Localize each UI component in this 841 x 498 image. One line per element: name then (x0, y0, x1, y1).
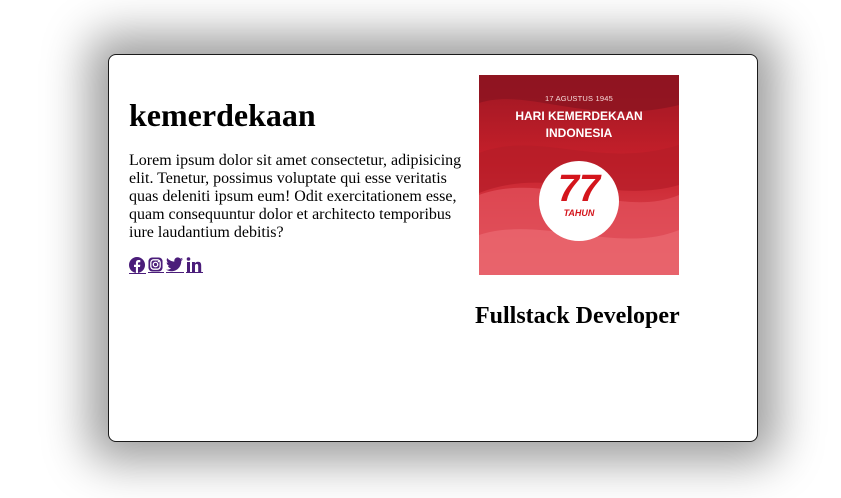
poster-heading-line1: HARI KEMERDEKAAN (515, 109, 643, 123)
card-media-column: 17 AGUSTUS 1945 HARI KEMERDEKAAN INDONES… (475, 75, 680, 331)
twitter-icon (166, 257, 183, 272)
instagram-link[interactable] (148, 257, 164, 273)
poster-date: 17 AGUSTUS 1945 (544, 94, 614, 103)
social-links (129, 256, 465, 274)
poster-badge: 77 TAHUN (539, 161, 619, 241)
role-title: Fullstack Developer (475, 303, 680, 329)
linkedin-link[interactable] (186, 257, 203, 273)
poster-heading: HARI KEMERDEKAAN INDONESIA (479, 108, 679, 142)
facebook-link[interactable] (129, 256, 146, 274)
poster-unit: TAHUN (563, 208, 595, 218)
profile-card: kemerdekaan Lorem ipsum dolor sit amet c… (108, 54, 758, 442)
page: kemerdekaan Lorem ipsum dolor sit amet c… (0, 0, 841, 498)
instagram-icon (148, 257, 163, 272)
linkedin-icon (186, 257, 202, 272)
poster-number: 77 (557, 168, 601, 210)
facebook-icon (129, 256, 145, 273)
poster-heading-line2: INDONESIA (545, 126, 613, 140)
card-text-column: kemerdekaan Lorem ipsum dolor sit amet c… (129, 95, 465, 274)
card-description: Lorem ipsum dolor sit amet consectetur, … (129, 152, 462, 241)
twitter-link[interactable] (166, 257, 184, 273)
independence-day-poster: 17 AGUSTUS 1945 HARI KEMERDEKAAN INDONES… (479, 75, 679, 275)
card-title: kemerdekaan (129, 97, 316, 133)
